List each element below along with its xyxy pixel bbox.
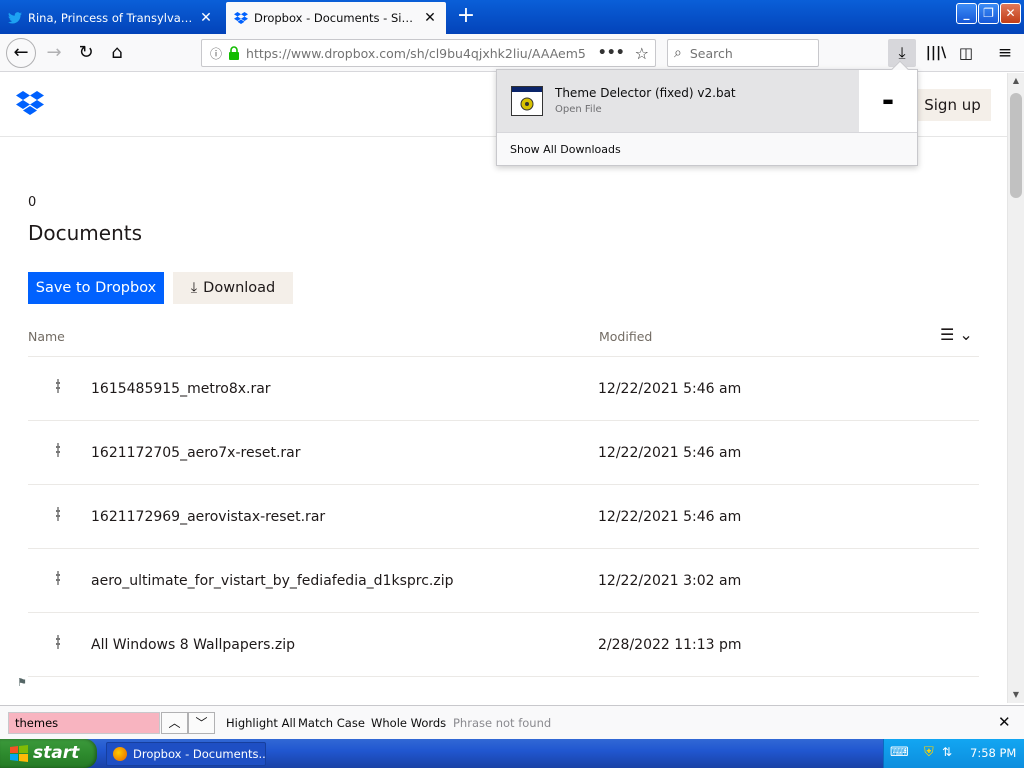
tab-twitter[interactable]: Rina, Princess of Transylvania (@ ✕	[0, 2, 222, 34]
file-modified: 12/22/2021 5:46 am	[598, 445, 742, 461]
url-bar[interactable]: ⓘ https://www.dropbox.com/sh/cl9bu4qjxhk…	[201, 39, 656, 67]
close-window-icon[interactable]: ✕	[1000, 3, 1021, 24]
find-status: Phrase not found	[453, 716, 552, 730]
keyboard-icon[interactable]: ⌨	[890, 745, 909, 760]
close-tab-icon[interactable]: ✕	[422, 10, 438, 26]
start-button[interactable]: start	[0, 739, 97, 768]
file-row[interactable]: aero_ultimate_for_vistart_by_fediafedia_…	[28, 549, 979, 613]
find-input[interactable]: themes	[8, 712, 160, 734]
dropbox-logo-icon[interactable]	[16, 91, 44, 117]
flag-icon[interactable]: ⚑	[17, 676, 27, 689]
sidebar-icon[interactable]: ◫	[952, 39, 980, 67]
file-row[interactable]: 1615485915_metro8x.rar 12/22/2021 5:46 a…	[28, 357, 979, 421]
restore-window-icon[interactable]: ❐	[978, 3, 999, 24]
download-filename: Theme Delector (fixed) v2.bat	[555, 86, 736, 100]
divider	[28, 676, 979, 677]
zip-file-icon	[56, 635, 60, 649]
zip-file-icon	[56, 571, 60, 585]
download-button[interactable]: ⤓ Download	[173, 272, 293, 304]
start-label: start	[33, 743, 80, 763]
find-next-icon[interactable]: ﹀	[188, 712, 215, 734]
navigation-toolbar: ← → ↻ ⌂ ⓘ https://www.dropbox.com/sh/cl9…	[0, 34, 1024, 72]
find-bar: themes ︿ ﹀ Highlight All Match Case Whol…	[0, 705, 1024, 739]
tab-label: Rina, Princess of Transylvania (@	[28, 11, 198, 25]
sign-up-button[interactable]: Sign up	[914, 89, 991, 121]
file-modified: 2/28/2022 11:13 pm	[598, 637, 742, 653]
url-text: https://www.dropbox.com/sh/cl9bu4qjxhk2l…	[246, 45, 586, 61]
file-name[interactable]: 1621172705_aero7x-reset.rar	[91, 445, 301, 461]
download-label: Download	[203, 280, 276, 296]
tab-dropbox[interactable]: Dropbox - Documents - Simplify yo ✕	[226, 2, 446, 34]
whole-words-checkbox[interactable]: Whole Words	[371, 716, 446, 730]
zip-file-icon	[56, 443, 60, 457]
dropbox-icon	[234, 11, 248, 24]
new-tab-button[interactable]: +	[452, 4, 480, 30]
highlight-all-checkbox[interactable]: Highlight All	[226, 716, 296, 730]
tab-label: Dropbox - Documents - Simplify yo	[254, 11, 422, 25]
file-name[interactable]: All Windows 8 Wallpapers.zip	[91, 637, 295, 653]
page-content: Sign up 0 Documents Save to Dropbox ⤓ Dow…	[0, 73, 1007, 703]
page-title: Documents	[28, 221, 143, 245]
zip-file-icon	[56, 507, 60, 521]
forward-arrow-icon[interactable]: →	[40, 39, 68, 67]
page-actions-icon[interactable]: •••	[598, 45, 625, 61]
file-row[interactable]: All Windows 8 Wallpapers.zip 2/28/2022 1…	[28, 613, 979, 677]
twitter-bird-icon	[8, 12, 22, 24]
windows-logo-icon	[10, 745, 28, 762]
windows-taskbar: start Dropbox - Documents... ⌨ ⛨ ⇅ 7:58 …	[0, 739, 1024, 768]
system-tray: ⌨ ⛨ ⇅ 7:58 PM	[883, 739, 1024, 768]
folder-icon[interactable]: ▬	[859, 70, 917, 132]
view-options-icon[interactable]: ☰ ⌄	[940, 325, 973, 344]
reload-icon[interactable]: ↻	[72, 39, 100, 67]
download-item[interactable]: Theme Delector (fixed) v2.bat Open File	[497, 70, 859, 132]
minimize-window-icon[interactable]: _	[956, 3, 977, 24]
file-row[interactable]: 1621172705_aero7x-reset.rar 12/22/2021 5…	[28, 421, 979, 485]
scroll-down-icon[interactable]: ▼	[1008, 687, 1024, 703]
close-find-bar-icon[interactable]: ✕	[998, 713, 1011, 731]
browser-titlebar: Rina, Princess of Transylvania (@ ✕ Drop…	[0, 0, 1024, 34]
menu-hamburger-icon[interactable]: ≡	[991, 39, 1019, 67]
search-icon: ⌕	[674, 45, 682, 61]
scroll-up-icon[interactable]: ▲	[1008, 73, 1024, 89]
find-previous-icon[interactable]: ︿	[161, 712, 188, 734]
file-modified: 12/22/2021 3:02 am	[598, 573, 742, 589]
file-name[interactable]: 1621172969_aerovistax-reset.rar	[91, 509, 325, 525]
show-all-downloads-button[interactable]: Show All Downloads	[497, 132, 917, 165]
scrollbar-thumb[interactable]	[1010, 93, 1022, 198]
batch-file-icon	[511, 86, 543, 116]
column-header-modified[interactable]: Modified	[599, 329, 652, 344]
search-placeholder: Search	[689, 45, 733, 61]
taskbar-item-label: Dropbox - Documents...	[133, 747, 266, 761]
firefox-icon	[113, 747, 127, 761]
clock: 7:58 PM	[970, 746, 1017, 760]
file-modified: 12/22/2021 5:46 am	[598, 509, 742, 525]
download-status: Open File	[555, 104, 602, 115]
taskbar-item-firefox[interactable]: Dropbox - Documents...	[106, 742, 266, 766]
lock-icon	[229, 46, 240, 60]
file-row[interactable]: 1621172969_aerovistax-reset.rar 12/22/20…	[28, 485, 979, 549]
file-name[interactable]: aero_ultimate_for_vistart_by_fediafedia_…	[91, 573, 453, 589]
file-name[interactable]: 1615485915_metro8x.rar	[91, 381, 271, 397]
back-arrow-icon[interactable]: ←	[6, 38, 36, 68]
match-case-checkbox[interactable]: Match Case	[298, 716, 365, 730]
save-to-dropbox-button[interactable]: Save to Dropbox	[28, 272, 164, 304]
download-icon: ⤓	[190, 280, 198, 296]
downloads-panel: Theme Delector (fixed) v2.bat Open File …	[496, 60, 918, 166]
close-tab-icon[interactable]: ✕	[198, 10, 214, 26]
security-shield-icon[interactable]: ⛨	[924, 745, 934, 760]
column-header-name[interactable]: Name	[28, 329, 65, 344]
page-scrollbar[interactable]: ▲ ▼	[1007, 73, 1024, 703]
home-icon[interactable]: ⌂	[103, 39, 131, 67]
search-input[interactable]: ⌕ Search	[667, 39, 819, 67]
file-modified: 12/22/2021 5:46 am	[598, 381, 742, 397]
zip-file-icon	[56, 379, 60, 393]
bookmark-star-icon[interactable]: ☆	[635, 44, 649, 63]
info-icon[interactable]: ⓘ	[210, 45, 222, 62]
library-icon[interactable]: |||\	[922, 39, 950, 67]
network-icon[interactable]: ⇅	[942, 745, 952, 759]
item-count: 0	[28, 195, 37, 210]
